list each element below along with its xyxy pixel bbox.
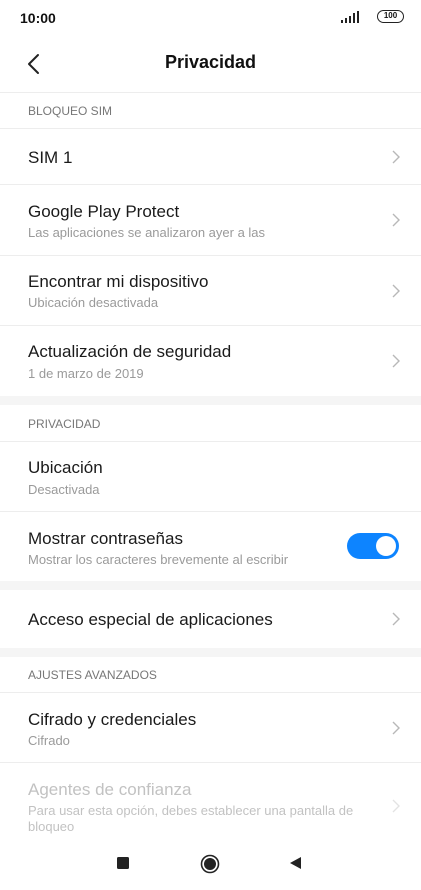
play-protect-item[interactable]: Google Play Protect Las aplicaciones se …	[0, 185, 421, 255]
toggle-knob	[376, 536, 396, 556]
trust-agents-title: Agentes de confianza	[28, 780, 192, 799]
chevron-right-icon	[392, 213, 400, 227]
status-time: 10:00	[20, 10, 56, 26]
play-protect-subtitle: Las aplicaciones se analizaron ayer a la…	[28, 225, 266, 240]
encryption-subtitle: Cifrado	[28, 733, 70, 748]
section-gap	[0, 648, 421, 657]
location-subtitle: Desactivada	[28, 482, 100, 497]
location-item[interactable]: Ubicación Desactivada	[0, 442, 421, 511]
chevron-right-icon	[392, 612, 400, 626]
encryption-item[interactable]: Cifrado y credenciales Cifrado	[0, 693, 421, 762]
find-device-title: Encontrar mi dispositivo	[28, 272, 209, 291]
trust-agents-item: Agentes de confianza Para usar esta opci…	[0, 763, 421, 838]
battery-icon: 100	[377, 10, 404, 23]
title-bar: Privacidad	[0, 36, 421, 92]
status-bar: 10:00 100	[0, 0, 421, 36]
chevron-right-icon	[392, 721, 400, 735]
section-gap	[0, 396, 421, 405]
location-title: Ubicación	[28, 458, 103, 477]
divider	[0, 92, 421, 93]
show-passwords-subtitle: Mostrar los caracteres brevemente al esc…	[28, 552, 289, 567]
section-gap	[0, 581, 421, 590]
back-icon[interactable]	[288, 856, 302, 870]
special-access-title: Acceso especial de aplicaciones	[28, 610, 273, 629]
section-header-advanced: AJUSTES AVANZADOS	[28, 668, 157, 682]
security-update-title: Actualización de seguridad	[28, 342, 232, 361]
section-header-sim-lock: BLOQUEO SIM	[28, 104, 113, 118]
show-passwords-item[interactable]: Mostrar contraseñas Mostrar los caracter…	[0, 512, 421, 581]
show-passwords-title: Mostrar contraseñas	[28, 529, 183, 548]
battery-level: 100	[383, 11, 398, 20]
find-device-item[interactable]: Encontrar mi dispositivo Ubicación desac…	[0, 256, 421, 325]
sim1-title: SIM 1	[28, 148, 73, 167]
encryption-title: Cifrado y credenciales	[28, 710, 197, 729]
play-protect-title: Google Play Protect	[28, 202, 180, 221]
security-update-subtitle: 1 de marzo de 2019	[28, 366, 144, 381]
navigation-bar	[0, 838, 421, 890]
chevron-right-icon	[392, 284, 400, 298]
page-title: Privacidad	[164, 52, 257, 72]
section-header-privacy: PRIVACIDAD	[28, 417, 101, 431]
chevron-right-icon	[392, 150, 400, 164]
chevron-right-icon	[392, 354, 400, 368]
special-access-item[interactable]: Acceso especial de aplicaciones	[0, 590, 421, 648]
recents-icon[interactable]	[116, 856, 130, 870]
trust-agents-subtitle: Para usar esta opción, debes establecer …	[28, 803, 354, 834]
signal-icon	[341, 11, 359, 23]
find-device-subtitle: Ubicación desactivada	[28, 295, 159, 310]
sim1-item[interactable]: SIM 1	[0, 129, 421, 184]
home-icon[interactable]	[200, 854, 220, 874]
chevron-right-icon	[392, 799, 400, 813]
security-update-item[interactable]: Actualización de seguridad 1 de marzo de…	[0, 326, 421, 396]
show-passwords-toggle[interactable]	[347, 533, 399, 559]
